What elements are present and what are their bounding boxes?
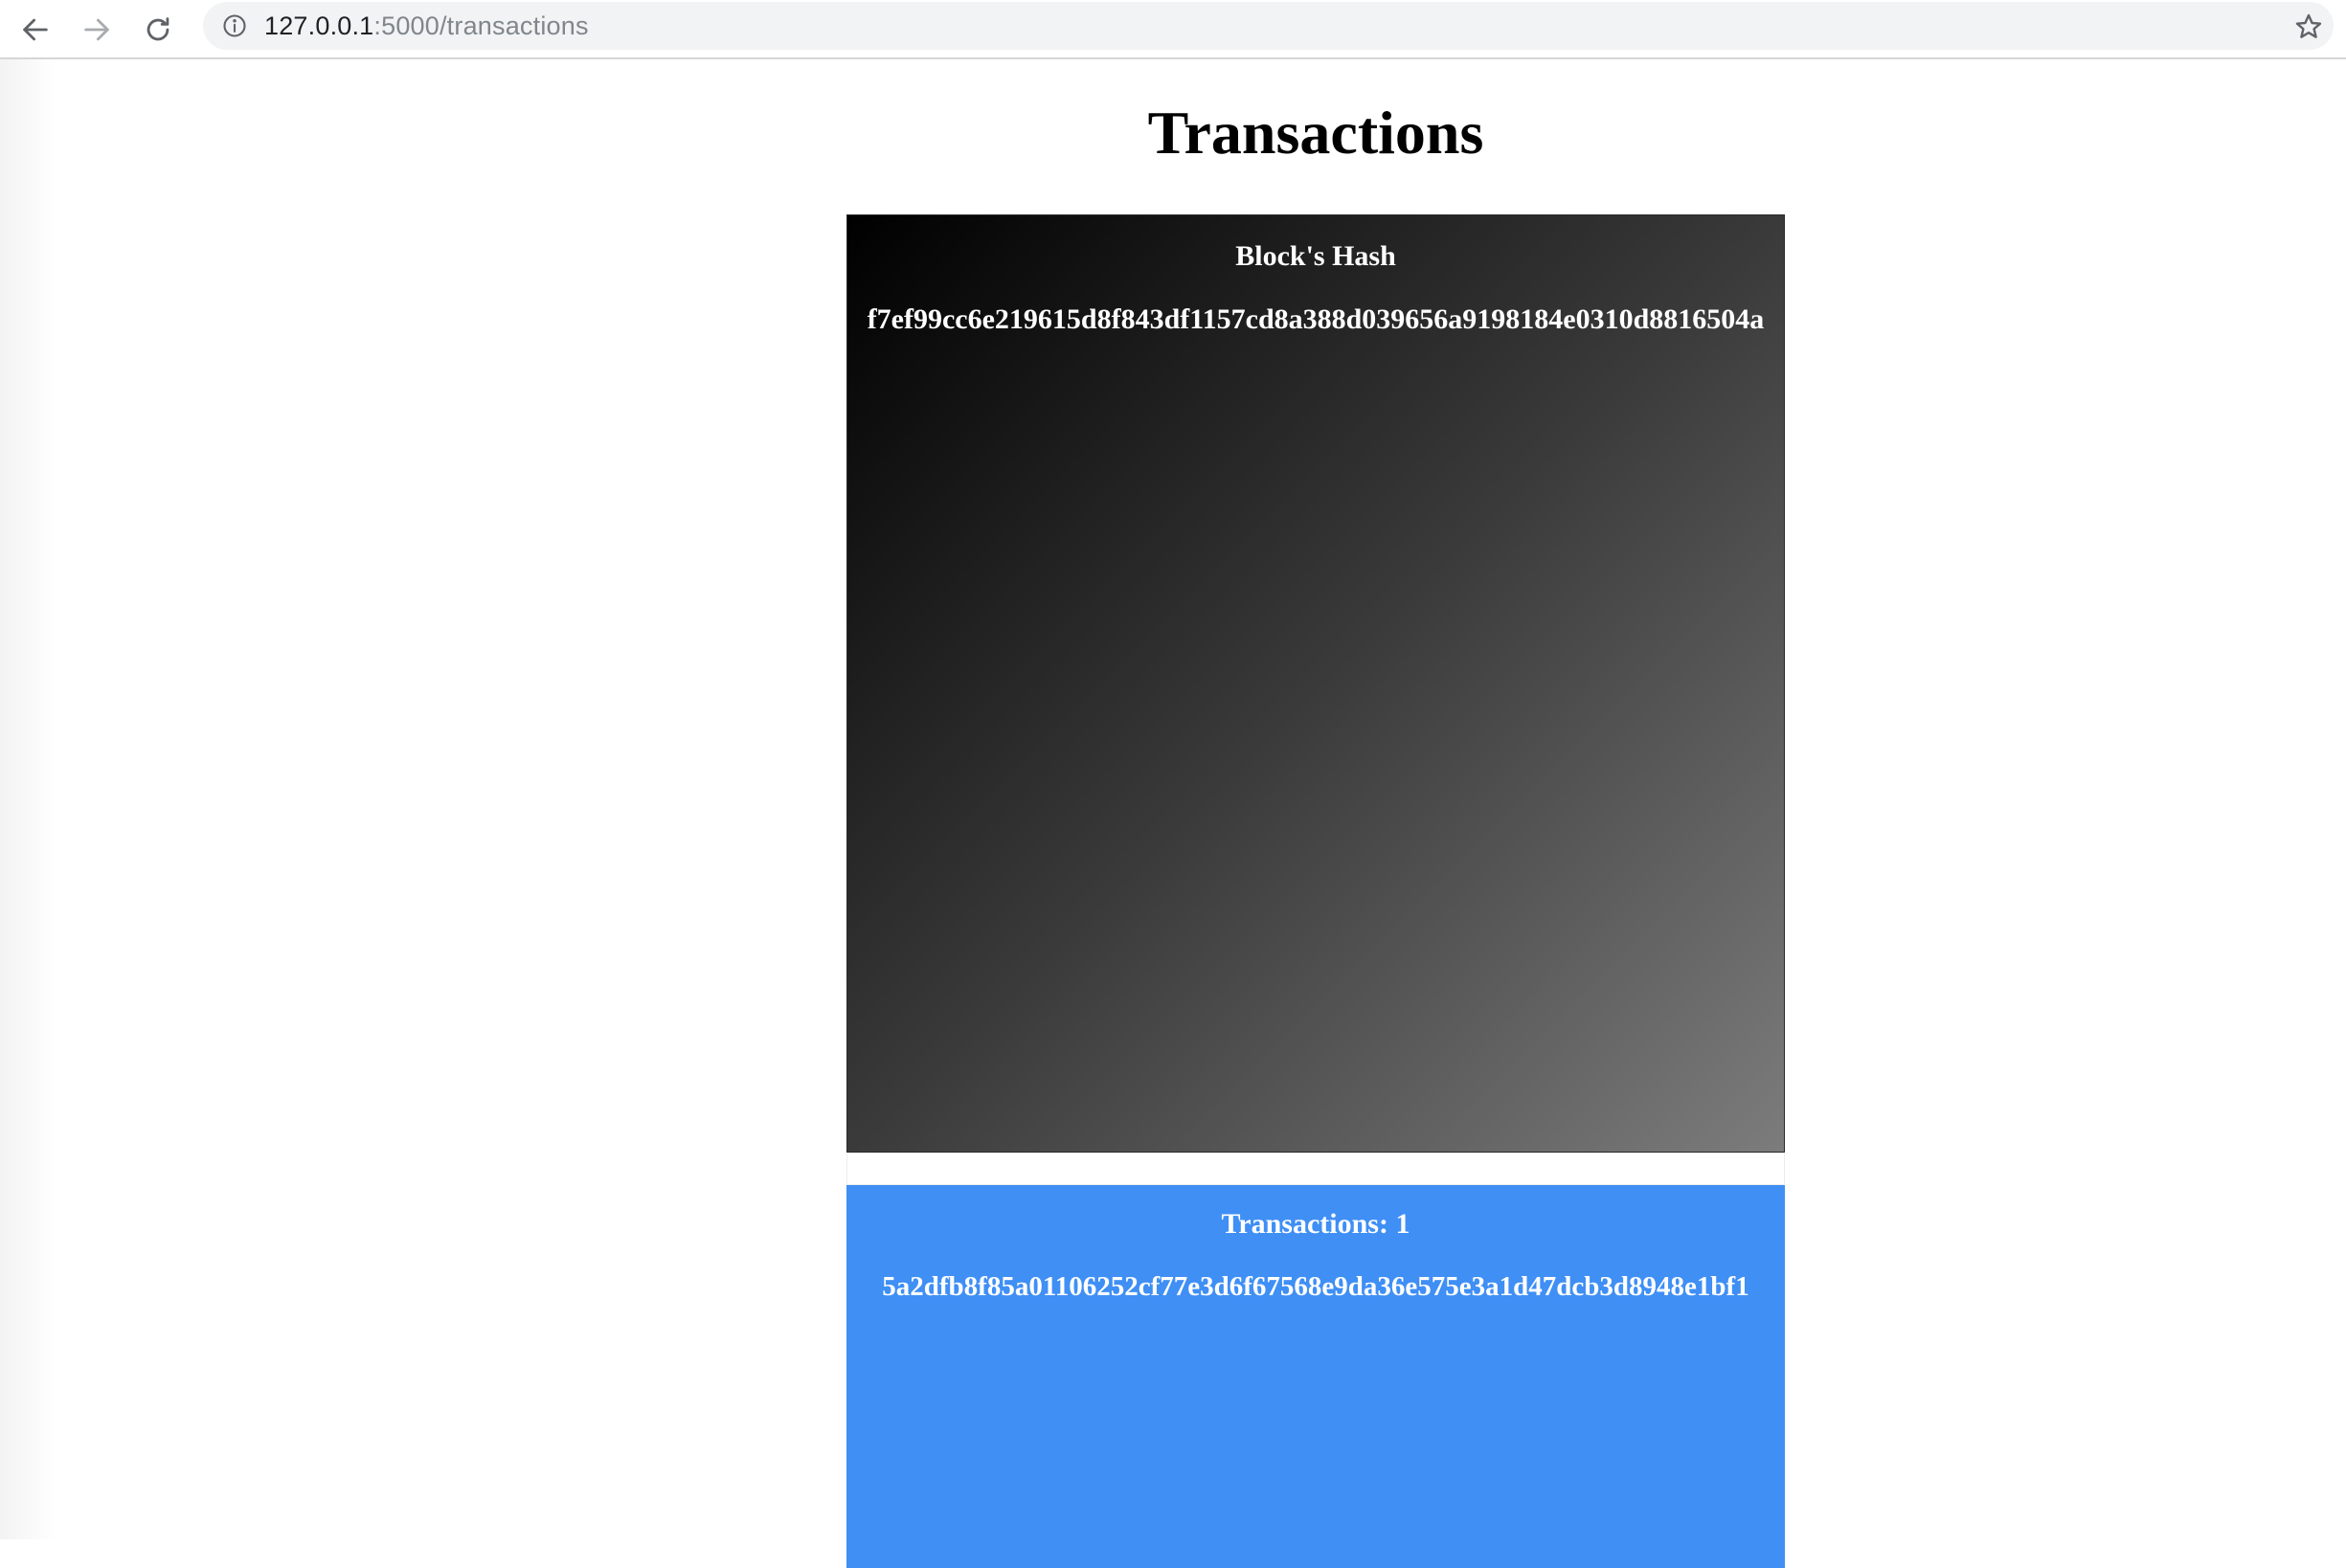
url-text: 127.0.0.1:5000/transactions [264,11,589,41]
block-hash-card: Block's Hash f7ef99cc6e219615d8f843df115… [846,214,1785,1153]
transactions-card: Transactions: 1 5a2dfb8f85a01106252cf77e… [846,1185,1785,1568]
arrow-right-icon [84,18,109,41]
url-path: :5000/transactions [373,11,589,40]
url-host: 127.0.0.1 [264,11,374,40]
card-separator [846,1153,1785,1185]
forward-button[interactable] [73,6,121,54]
reload-icon [147,17,169,41]
info-icon[interactable] [220,11,249,40]
reload-button[interactable] [134,6,182,54]
page-viewport: Transactions Block's Hash f7ef99cc6e2196… [0,59,2346,1568]
block-hash-value: f7ef99cc6e219615d8f843df1157cd8a388d0396… [867,303,1765,335]
address-bar[interactable]: 127.0.0.1:5000/transactions [203,2,2334,50]
browser-toolbar: 127.0.0.1:5000/transactions [0,0,2346,59]
block-hash-heading: Block's Hash [1235,240,1396,272]
arrow-left-icon [23,18,48,41]
transaction-hash-item: 5a2dfb8f85a01106252cf77e3d6f67568e9da36e… [882,1271,1749,1302]
page-title: Transactions [1147,99,1484,167]
back-button[interactable] [11,6,59,54]
bookmark-star-icon[interactable] [2291,10,2326,44]
transactions-count-heading: Transactions: 1 [1221,1208,1410,1240]
